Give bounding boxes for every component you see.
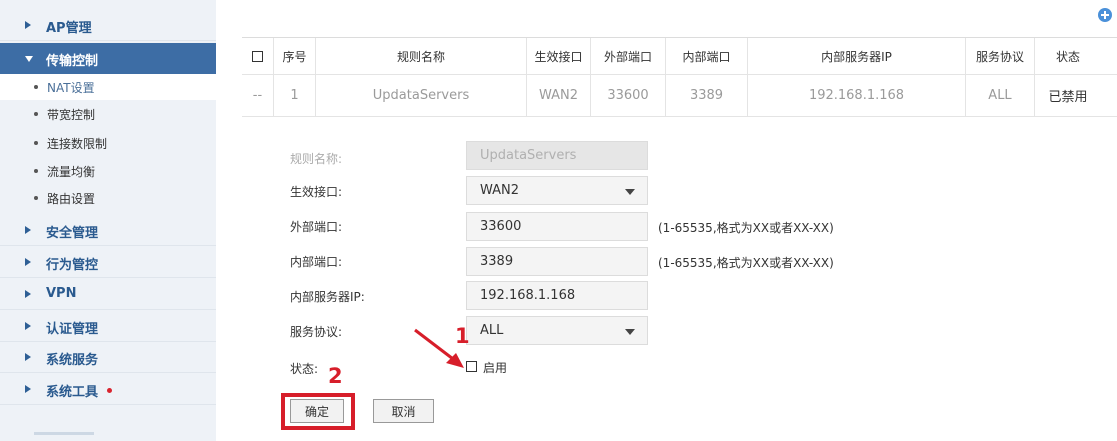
- nav-item-label: 认证管理: [46, 322, 99, 337]
- rule-name-field: UpdataServers: [466, 141, 648, 170]
- bullet-icon: [34, 196, 38, 200]
- row-server-ip: 192.168.1.168: [748, 75, 966, 116]
- subnav-item-bandwidth[interactable]: 带宽控制: [0, 101, 216, 127]
- bullet-icon: [34, 85, 38, 89]
- nav-item-vpn[interactable]: VPN: [0, 279, 216, 310]
- row-protocol: ALL: [966, 75, 1035, 116]
- bullet-icon: [34, 141, 38, 145]
- header-external-port: 外部端口: [591, 38, 666, 74]
- nav-item-label: AP管理: [46, 21, 92, 36]
- chevron-right-icon: [25, 322, 31, 330]
- protocol-select[interactable]: ALL: [466, 316, 648, 345]
- subnav-item-label: 流量均衡: [47, 165, 96, 179]
- annotation-arrow-icon: [414, 328, 464, 368]
- nat-rules-table: 序号 规则名称 生效接口 外部端口 内部端口 内部服务器IP 服务协议 状态 -…: [242, 37, 1117, 117]
- step-2-marker: 2: [328, 364, 343, 388]
- nav-item-label: VPN: [46, 286, 77, 301]
- header-interface: 生效接口: [527, 38, 591, 74]
- header-rule-name: 规则名称: [316, 38, 527, 74]
- server-ip-label: 内部服务器IP:: [290, 290, 365, 304]
- subnav-item-connection-limit[interactable]: 连接数限制: [0, 130, 216, 156]
- nav-item-system-service[interactable]: 系统服务: [0, 342, 216, 373]
- dropdown-arrow-icon: [625, 329, 635, 335]
- table-header-row: 序号 规则名称 生效接口 外部端口 内部端口 内部服务器IP 服务协议 状态: [242, 38, 1117, 75]
- external-port-label: 外部端口:: [290, 220, 343, 234]
- select-all-cell[interactable]: [242, 38, 274, 74]
- notification-dot: [107, 388, 112, 393]
- row-external-port: 33600: [591, 75, 666, 116]
- rule-name-label: 规则名称:: [290, 152, 343, 166]
- nav-item-authentication[interactable]: 认证管理: [0, 311, 216, 342]
- chevron-right-icon: [25, 21, 31, 29]
- chevron-right-icon: [25, 385, 31, 393]
- chevron-down-icon: [25, 56, 33, 62]
- nav-item-label: 安全管理: [46, 226, 99, 241]
- internal-port-hint: (1-65535,格式为XX或者XX-XX): [658, 256, 834, 270]
- nav-item-label: 传输控制: [46, 54, 99, 69]
- row-status: 已禁用: [1048, 90, 1088, 105]
- cancel-button[interactable]: 取消: [373, 399, 434, 423]
- row-index: 1: [274, 75, 316, 116]
- header-status: 状态: [1055, 49, 1080, 64]
- chevron-right-icon: [25, 290, 31, 298]
- interface-select[interactable]: WAN2: [466, 176, 648, 205]
- header-protocol: 服务协议: [966, 38, 1035, 74]
- subnav-item-label: 连接数限制: [47, 137, 108, 151]
- subnav-item-nat[interactable]: NAT设置: [0, 74, 216, 100]
- header-server-ip: 内部服务器IP: [748, 38, 966, 74]
- confirm-highlight-box: [281, 393, 355, 430]
- row-select-cell: --: [242, 75, 274, 116]
- nav-item-label: 行为管控: [46, 258, 99, 273]
- add-icon[interactable]: [1098, 8, 1112, 22]
- status-label: 状态:: [290, 362, 319, 376]
- external-port-field[interactable]: 33600: [466, 212, 648, 241]
- interface-label: 生效接口:: [290, 185, 343, 199]
- internal-port-label: 内部端口:: [290, 255, 343, 269]
- row-internal-port: 3389: [666, 75, 748, 116]
- dropdown-arrow-icon: [625, 189, 635, 195]
- protocol-label: 服务协议:: [290, 325, 343, 339]
- server-ip-field[interactable]: 192.168.1.168: [466, 281, 648, 310]
- chevron-right-icon: [25, 353, 31, 361]
- protocol-select-value: ALL: [480, 323, 504, 338]
- interface-select-value: WAN2: [480, 183, 520, 198]
- row-rule-name: UpdataServers: [316, 75, 527, 116]
- select-all-checkbox[interactable]: [252, 50, 263, 62]
- internal-port-field[interactable]: 3389: [466, 247, 648, 276]
- bullet-icon: [34, 112, 38, 116]
- table-row[interactable]: -- 1 UpdataServers WAN2 33600 3389 192.1…: [242, 75, 1117, 117]
- nav-item-label: 系统服务: [46, 353, 99, 368]
- nav-item-security[interactable]: 安全管理: [0, 215, 216, 246]
- sidebar: AP管理 传输控制 NAT设置 带宽控制 连接数限制 流量均衡 路由设置 安全管…: [0, 0, 216, 441]
- subnav-item-load-balance[interactable]: 流量均衡: [0, 158, 216, 184]
- subnav-item-label: 路由设置: [47, 192, 96, 206]
- rule-edit-form: 规则名称: UpdataServers 生效接口: WAN2 外部端口: 336…: [242, 120, 1117, 441]
- nav-item-transmission-control[interactable]: 传输控制: [0, 43, 216, 74]
- nav-item-ap-management[interactable]: AP管理: [0, 10, 216, 41]
- subnav-item-routing[interactable]: 路由设置: [0, 185, 216, 211]
- external-port-hint: (1-65535,格式为XX或者XX-XX): [658, 221, 834, 235]
- bullet-icon: [34, 169, 38, 173]
- sidebar-bottom-item: [34, 432, 94, 435]
- enable-label[interactable]: 启用: [483, 359, 507, 376]
- nav-item-label: 系统工具: [46, 385, 99, 400]
- header-index: 序号: [274, 38, 316, 74]
- subnav-item-label: 带宽控制: [47, 108, 96, 122]
- chevron-right-icon: [25, 226, 31, 234]
- header-internal-port: 内部端口: [666, 38, 748, 74]
- chevron-right-icon: [25, 258, 31, 266]
- nav-item-behavior-control[interactable]: 行为管控: [0, 247, 216, 278]
- row-interface: WAN2: [527, 75, 591, 116]
- subnav-item-label: NAT设置: [47, 81, 95, 95]
